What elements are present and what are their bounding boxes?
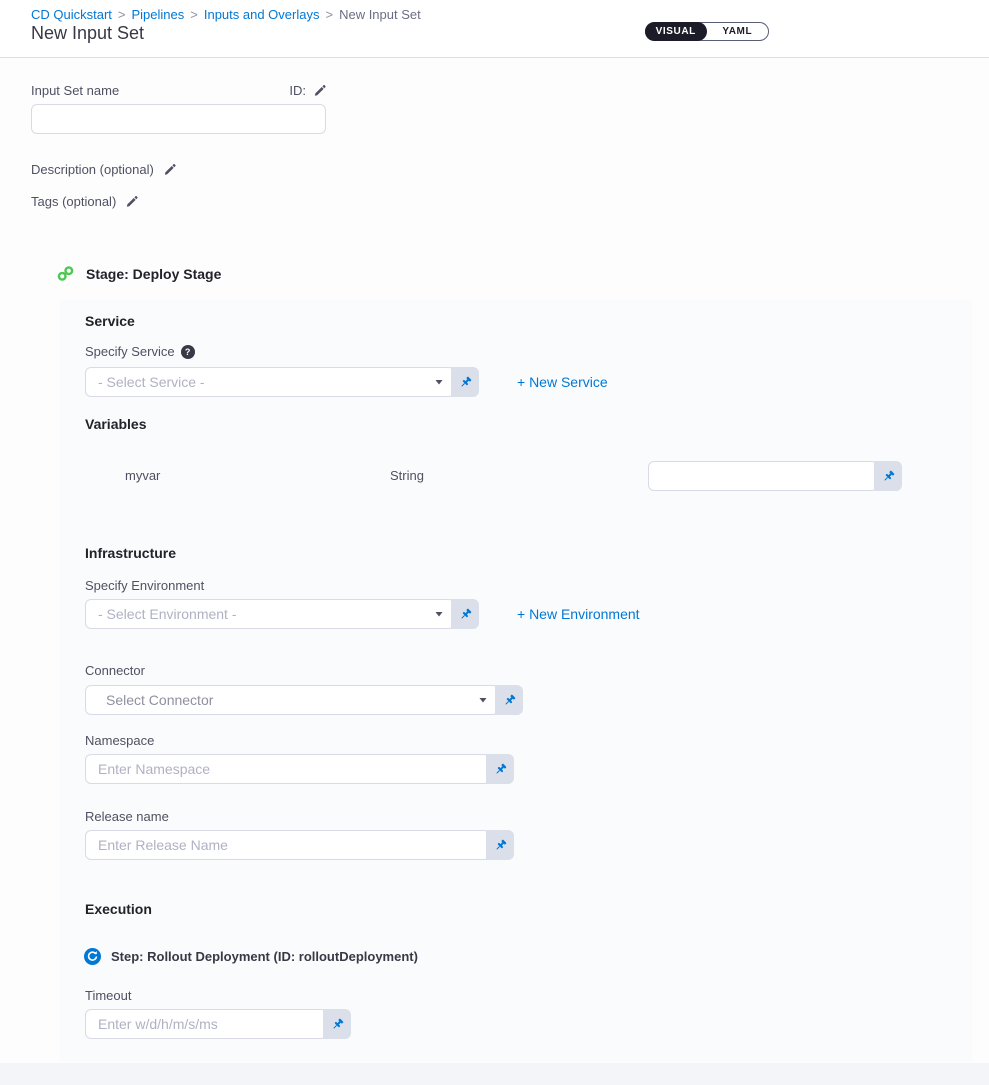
variable-value-field[interactable] [648, 461, 878, 491]
timeout-runtime-pin-button[interactable] [323, 1009, 351, 1039]
connector-label: Connector [85, 663, 145, 678]
infrastructure-heading: Infrastructure [85, 545, 176, 561]
service-select-placeholder: - Select Service - [98, 374, 205, 390]
new-environment-link[interactable]: + New Environment [517, 606, 640, 622]
environment-select-row: - Select Environment - + New Environment [85, 599, 640, 629]
execution-heading: Execution [85, 901, 152, 917]
variable-runtime-pin-button[interactable] [874, 461, 902, 491]
breadcrumb-link-inputs-overlays[interactable]: Inputs and Overlays [204, 7, 320, 22]
timeout-label: Timeout [85, 988, 131, 1003]
namespace-runtime-pin-button[interactable] [486, 754, 514, 784]
environment-select-placeholder: - Select Environment - [98, 606, 237, 622]
page-bottom-band [0, 1063, 989, 1085]
input-set-name-field[interactable] [31, 104, 326, 134]
specify-environment-label: Specify Environment [85, 578, 204, 593]
connector-select[interactable]: Select Connector [85, 685, 499, 715]
environment-runtime-pin-button[interactable] [451, 599, 479, 629]
new-service-link[interactable]: + New Service [517, 374, 608, 390]
input-set-name-label: Input Set name [31, 83, 119, 98]
stage-link-icon [57, 265, 74, 282]
breadcrumb-current: New Input Set [339, 7, 421, 22]
new-input-set-page: CD Quickstart > Pipelines > Inputs and O… [0, 0, 989, 1085]
rollout-step-icon [84, 948, 101, 965]
chevron-down-icon [478, 695, 488, 705]
visual-tab[interactable]: VISUAL [645, 22, 707, 41]
stage-card: Service Specify Service ? - Select Servi… [60, 300, 972, 1062]
description-row: Description (optional) [31, 162, 176, 177]
connector-select-row: Select Connector [85, 685, 523, 715]
namespace-label: Namespace [85, 733, 154, 748]
release-name-row [85, 830, 514, 860]
variable-value-row [648, 461, 902, 491]
page-header: CD Quickstart > Pipelines > Inputs and O… [0, 0, 989, 58]
service-select-row: - Select Service - + New Service [85, 367, 608, 397]
chevron-down-icon [434, 609, 444, 619]
yaml-tab[interactable]: YAML [707, 23, 769, 40]
description-label: Description (optional) [31, 162, 154, 177]
breadcrumb-separator: > [190, 7, 198, 22]
name-label-row: Input Set name ID: [31, 83, 326, 98]
service-select[interactable]: - Select Service - [85, 367, 455, 397]
namespace-row [85, 754, 514, 784]
timeout-field[interactable] [85, 1009, 327, 1039]
breadcrumb-separator: > [325, 7, 333, 22]
tags-row: Tags (optional) [31, 194, 138, 209]
chevron-down-icon [434, 377, 444, 387]
help-icon[interactable]: ? [181, 345, 195, 359]
breadcrumb-separator: > [118, 7, 126, 22]
specify-service-label-row: Specify Service ? [85, 344, 195, 359]
variable-type: String [390, 468, 424, 483]
stage-header: Stage: Deploy Stage [57, 265, 221, 282]
environment-select[interactable]: - Select Environment - [85, 599, 455, 629]
edit-description-pencil-icon[interactable] [163, 163, 176, 176]
edit-tags-pencil-icon[interactable] [125, 195, 138, 208]
variables-heading: Variables [85, 416, 147, 432]
visual-yaml-toggle: VISUAL YAML [645, 22, 769, 41]
page-title: New Input Set [31, 23, 144, 44]
namespace-field[interactable] [85, 754, 490, 784]
edit-id-pencil-icon[interactable] [313, 84, 326, 97]
stage-title: Stage: Deploy Stage [86, 266, 221, 282]
step-title: Step: Rollout Deployment (ID: rolloutDep… [111, 949, 418, 964]
service-runtime-pin-button[interactable] [451, 367, 479, 397]
tags-label: Tags (optional) [31, 194, 116, 209]
variable-name: myvar [125, 468, 160, 483]
breadcrumb: CD Quickstart > Pipelines > Inputs and O… [31, 7, 421, 22]
step-header: Step: Rollout Deployment (ID: rolloutDep… [84, 948, 418, 965]
release-name-label: Release name [85, 809, 169, 824]
id-group: ID: [289, 83, 326, 98]
specify-service-label: Specify Service [85, 344, 175, 359]
connector-runtime-pin-button[interactable] [495, 685, 523, 715]
breadcrumb-link-cd-quickstart[interactable]: CD Quickstart [31, 7, 112, 22]
timeout-row [85, 1009, 351, 1039]
connector-select-placeholder: Select Connector [106, 692, 213, 708]
release-runtime-pin-button[interactable] [486, 830, 514, 860]
service-heading: Service [85, 313, 135, 329]
id-label: ID: [289, 83, 306, 98]
breadcrumb-link-pipelines[interactable]: Pipelines [132, 7, 185, 22]
release-name-field[interactable] [85, 830, 490, 860]
